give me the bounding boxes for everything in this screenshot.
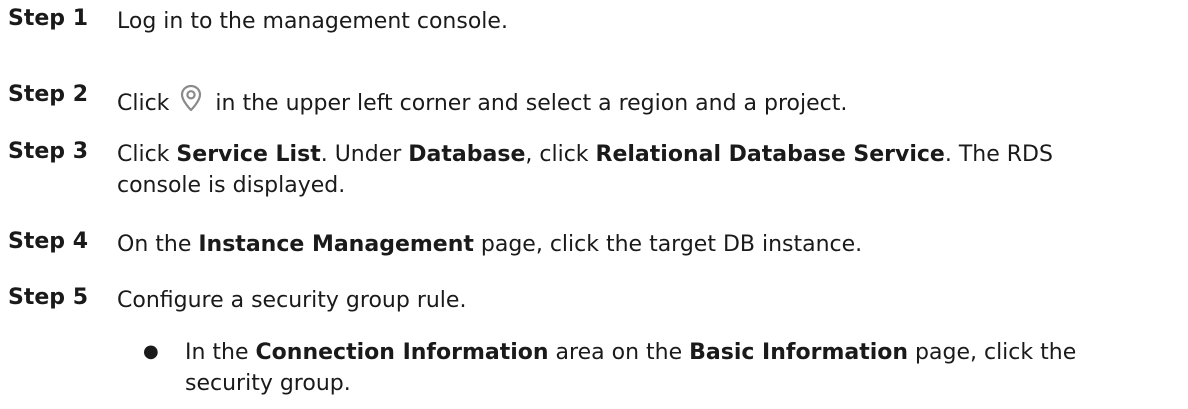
text-segment: area on the	[548, 340, 690, 365]
text-segment: In the	[185, 340, 256, 365]
step-label: Step 3	[8, 139, 88, 164]
bullet-text: In the Connection Information area on th…	[185, 337, 1185, 399]
text-segment: Click	[117, 142, 177, 167]
step-label: Step 2	[8, 82, 88, 107]
ui-term-basic-information: Basic Information	[689, 340, 909, 365]
step-text: Click in the upper left corner and selec…	[117, 82, 1177, 119]
bullet-dot: ●	[143, 341, 159, 362]
step-text: Click Service List. Under Database, clic…	[117, 139, 1177, 201]
text-segment: security group.	[185, 371, 351, 396]
ui-term-connection-information: Connection Information	[255, 340, 549, 365]
text-segment: page, click the target DB instance.	[473, 232, 863, 257]
step-text-after: in the upper left corner and select a re…	[215, 91, 848, 116]
step-text: Configure a security group rule.	[117, 285, 1177, 316]
step-text: Log in to the management console.	[117, 6, 1177, 37]
text-segment: . The RDS	[944, 142, 1053, 167]
ui-term-instance-management: Instance Management	[198, 232, 474, 257]
text-segment: page, click the	[908, 340, 1077, 365]
step-label: Step 5	[8, 285, 88, 310]
step-text-content: Configure a security group rule.	[117, 288, 467, 313]
text-segment: console is displayed.	[117, 173, 346, 198]
step-text-content: Log in to the management console.	[117, 9, 508, 34]
ui-term-service-list: Service List	[176, 142, 321, 167]
step-text-before: Click	[117, 91, 170, 116]
location-pin-icon	[175, 82, 207, 114]
step-label: Step 1	[8, 6, 88, 31]
text-segment: , click	[525, 142, 596, 167]
step-text: On the Instance Management page, click t…	[117, 229, 1177, 260]
ui-term-database: Database	[408, 142, 526, 167]
step-label: Step 4	[8, 229, 88, 254]
text-segment: On the	[117, 232, 199, 257]
text-segment: . Under	[320, 142, 409, 167]
ui-term-rds: Relational Database Service	[595, 142, 945, 167]
document-body: Step 1 Log in to the management console.…	[0, 0, 1188, 409]
